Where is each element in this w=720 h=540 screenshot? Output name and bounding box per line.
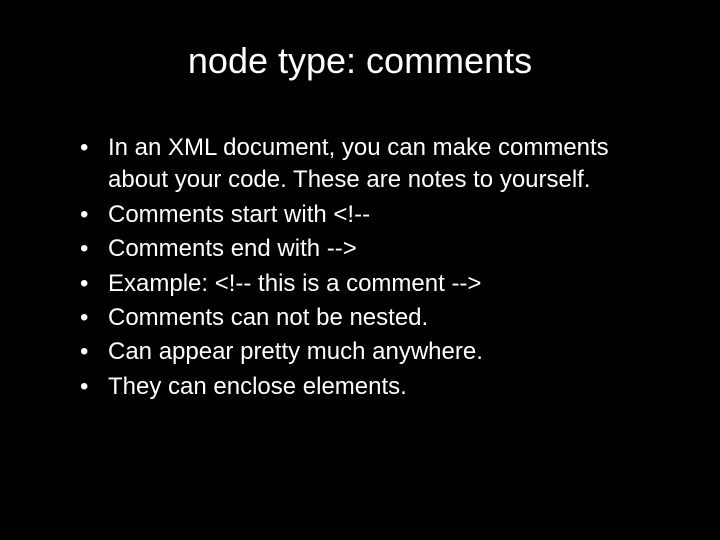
slide: node type: comments In an XML document, …	[0, 0, 720, 540]
bullet-list: In an XML document, you can make comment…	[60, 132, 660, 403]
list-item: In an XML document, you can make comment…	[80, 132, 660, 197]
list-item: Comments end with -->	[80, 233, 660, 265]
list-item: Comments start with <!--	[80, 199, 660, 231]
list-item: Example: <!-- this is a comment -->	[80, 268, 660, 300]
list-item: Can appear pretty much anywhere.	[80, 336, 660, 368]
slide-title: node type: comments	[60, 40, 660, 82]
list-item: They can enclose elements.	[80, 371, 660, 403]
list-item: Comments can not be nested.	[80, 302, 660, 334]
